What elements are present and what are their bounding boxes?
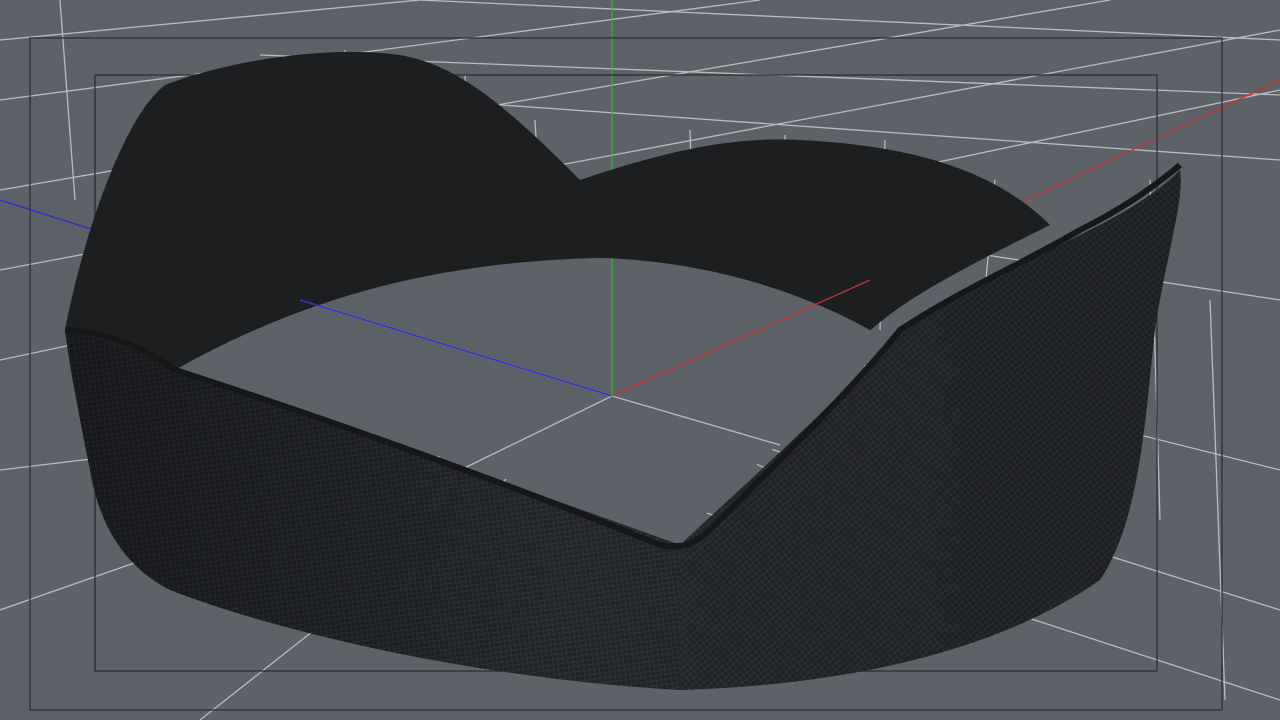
3d-viewport[interactable] <box>0 0 1280 720</box>
viewport-canvas[interactable] <box>0 0 1280 720</box>
lens-hood-model[interactable] <box>64 51 1182 690</box>
